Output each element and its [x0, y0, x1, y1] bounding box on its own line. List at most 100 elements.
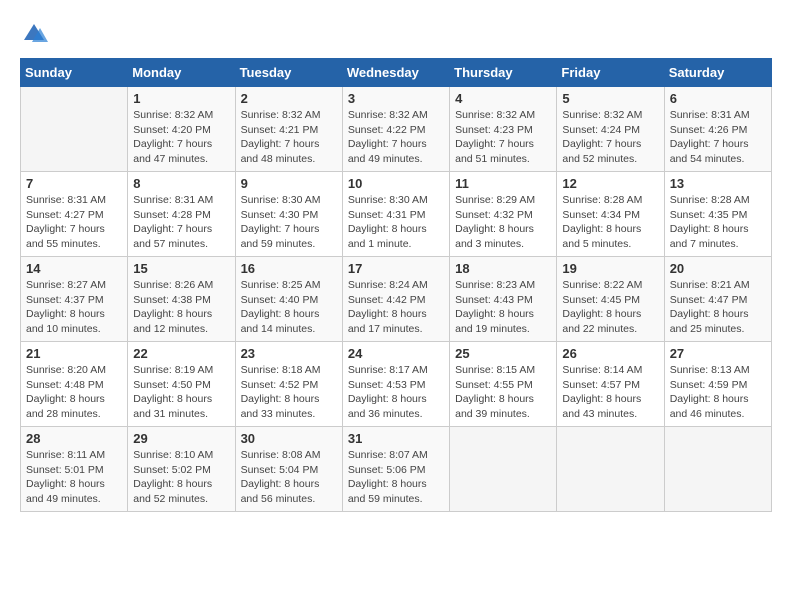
day-number: 26	[562, 346, 658, 361]
calendar-cell: 13 Sunrise: 8:28 AMSunset: 4:35 PMDayligh…	[664, 172, 771, 257]
day-number: 19	[562, 261, 658, 276]
day-info: Sunrise: 8:31 AMSunset: 4:28 PMDaylight:…	[133, 193, 229, 252]
calendar-cell: 2 Sunrise: 8:32 AMSunset: 4:21 PMDaylight…	[235, 87, 342, 172]
calendar-cell: 4 Sunrise: 8:32 AMSunset: 4:23 PMDaylight…	[450, 87, 557, 172]
day-info: Sunrise: 8:30 AMSunset: 4:31 PMDaylight:…	[348, 193, 444, 252]
header-day-monday: Monday	[128, 59, 235, 87]
day-info: Sunrise: 8:15 AMSunset: 4:55 PMDaylight:…	[455, 363, 551, 422]
calendar-cell: 30 Sunrise: 8:08 AMSunset: 5:04 PMDayligh…	[235, 427, 342, 512]
day-number: 14	[26, 261, 122, 276]
day-number: 25	[455, 346, 551, 361]
day-number: 20	[670, 261, 766, 276]
day-info: Sunrise: 8:22 AMSunset: 4:45 PMDaylight:…	[562, 278, 658, 337]
day-number: 30	[241, 431, 337, 446]
day-number: 18	[455, 261, 551, 276]
day-info: Sunrise: 8:24 AMSunset: 4:42 PMDaylight:…	[348, 278, 444, 337]
header-day-friday: Friday	[557, 59, 664, 87]
calendar-cell: 19 Sunrise: 8:22 AMSunset: 4:45 PMDayligh…	[557, 257, 664, 342]
day-number: 15	[133, 261, 229, 276]
day-number: 1	[133, 91, 229, 106]
day-info: Sunrise: 8:32 AMSunset: 4:21 PMDaylight:…	[241, 108, 337, 167]
day-number: 2	[241, 91, 337, 106]
logo-icon	[20, 20, 48, 48]
day-info: Sunrise: 8:17 AMSunset: 4:53 PMDaylight:…	[348, 363, 444, 422]
calendar-week-1: 1 Sunrise: 8:32 AMSunset: 4:20 PMDaylight…	[21, 87, 772, 172]
calendar-week-3: 14 Sunrise: 8:27 AMSunset: 4:37 PMDayligh…	[21, 257, 772, 342]
day-number: 23	[241, 346, 337, 361]
header-day-saturday: Saturday	[664, 59, 771, 87]
day-number: 5	[562, 91, 658, 106]
day-number: 11	[455, 176, 551, 191]
calendar-cell: 31 Sunrise: 8:07 AMSunset: 5:06 PMDayligh…	[342, 427, 449, 512]
day-number: 21	[26, 346, 122, 361]
day-info: Sunrise: 8:21 AMSunset: 4:47 PMDaylight:…	[670, 278, 766, 337]
calendar-cell: 5 Sunrise: 8:32 AMSunset: 4:24 PMDaylight…	[557, 87, 664, 172]
day-info: Sunrise: 8:28 AMSunset: 4:35 PMDaylight:…	[670, 193, 766, 252]
day-number: 4	[455, 91, 551, 106]
day-number: 16	[241, 261, 337, 276]
calendar-cell	[21, 87, 128, 172]
day-number: 12	[562, 176, 658, 191]
calendar-cell: 10 Sunrise: 8:30 AMSunset: 4:31 PMDayligh…	[342, 172, 449, 257]
calendar-cell: 16 Sunrise: 8:25 AMSunset: 4:40 PMDayligh…	[235, 257, 342, 342]
header-day-sunday: Sunday	[21, 59, 128, 87]
calendar-week-4: 21 Sunrise: 8:20 AMSunset: 4:48 PMDayligh…	[21, 342, 772, 427]
day-info: Sunrise: 8:25 AMSunset: 4:40 PMDaylight:…	[241, 278, 337, 337]
day-info: Sunrise: 8:20 AMSunset: 4:48 PMDaylight:…	[26, 363, 122, 422]
day-info: Sunrise: 8:29 AMSunset: 4:32 PMDaylight:…	[455, 193, 551, 252]
calendar-cell: 20 Sunrise: 8:21 AMSunset: 4:47 PMDayligh…	[664, 257, 771, 342]
calendar-week-5: 28Sunrise: 8:11 AMSunset: 5:01 PMDayligh…	[21, 427, 772, 512]
calendar-cell: 12 Sunrise: 8:28 AMSunset: 4:34 PMDayligh…	[557, 172, 664, 257]
day-info: Sunrise: 8:32 AMSunset: 4:23 PMDaylight:…	[455, 108, 551, 167]
logo	[20, 20, 52, 48]
day-info: Sunrise: 8:32 AMSunset: 4:24 PMDaylight:…	[562, 108, 658, 167]
calendar-cell: 24 Sunrise: 8:17 AMSunset: 4:53 PMDayligh…	[342, 342, 449, 427]
day-info: Sunrise: 8:08 AMSunset: 5:04 PMDaylight:…	[241, 448, 337, 507]
day-info: Sunrise: 8:32 AMSunset: 4:22 PMDaylight:…	[348, 108, 444, 167]
day-info: Sunrise: 8:10 AMSunset: 5:02 PMDaylight:…	[133, 448, 229, 507]
calendar-cell: 17 Sunrise: 8:24 AMSunset: 4:42 PMDayligh…	[342, 257, 449, 342]
calendar-header: SundayMondayTuesdayWednesdayThursdayFrid…	[21, 59, 772, 87]
day-number: 3	[348, 91, 444, 106]
calendar-cell	[450, 427, 557, 512]
day-number: 8	[133, 176, 229, 191]
calendar-cell: 21 Sunrise: 8:20 AMSunset: 4:48 PMDayligh…	[21, 342, 128, 427]
day-number: 13	[670, 176, 766, 191]
calendar-cell: 3 Sunrise: 8:32 AMSunset: 4:22 PMDaylight…	[342, 87, 449, 172]
day-info: Sunrise: 8:18 AMSunset: 4:52 PMDaylight:…	[241, 363, 337, 422]
day-number: 10	[348, 176, 444, 191]
calendar-cell: 26 Sunrise: 8:14 AMSunset: 4:57 PMDayligh…	[557, 342, 664, 427]
day-number: 27	[670, 346, 766, 361]
day-number: 24	[348, 346, 444, 361]
calendar-cell: 8 Sunrise: 8:31 AMSunset: 4:28 PMDaylight…	[128, 172, 235, 257]
calendar-cell: 15Sunrise: 8:26 AMSunset: 4:38 PMDayligh…	[128, 257, 235, 342]
calendar-week-2: 7 Sunrise: 8:31 AMSunset: 4:27 PMDaylight…	[21, 172, 772, 257]
calendar-cell: 22Sunrise: 8:19 AMSunset: 4:50 PMDayligh…	[128, 342, 235, 427]
day-info: Sunrise: 8:13 AMSunset: 4:59 PMDaylight:…	[670, 363, 766, 422]
day-number: 7	[26, 176, 122, 191]
day-info: Sunrise: 8:31 AMSunset: 4:27 PMDaylight:…	[26, 193, 122, 252]
day-info: Sunrise: 8:28 AMSunset: 4:34 PMDaylight:…	[562, 193, 658, 252]
day-info: Sunrise: 8:23 AMSunset: 4:43 PMDaylight:…	[455, 278, 551, 337]
day-number: 6	[670, 91, 766, 106]
day-info: Sunrise: 8:32 AMSunset: 4:20 PMDaylight:…	[133, 108, 229, 167]
calendar-cell: 23 Sunrise: 8:18 AMSunset: 4:52 PMDayligh…	[235, 342, 342, 427]
day-number: 9	[241, 176, 337, 191]
day-info: Sunrise: 8:19 AMSunset: 4:50 PMDaylight:…	[133, 363, 229, 422]
day-info: Sunrise: 8:27 AMSunset: 4:37 PMDaylight:…	[26, 278, 122, 337]
day-info: Sunrise: 8:31 AMSunset: 4:26 PMDaylight:…	[670, 108, 766, 167]
calendar-cell: 27 Sunrise: 8:13 AMSunset: 4:59 PMDayligh…	[664, 342, 771, 427]
day-info: Sunrise: 8:14 AMSunset: 4:57 PMDaylight:…	[562, 363, 658, 422]
day-info: Sunrise: 8:07 AMSunset: 5:06 PMDaylight:…	[348, 448, 444, 507]
header-day-tuesday: Tuesday	[235, 59, 342, 87]
calendar-table: SundayMondayTuesdayWednesdayThursdayFrid…	[20, 58, 772, 512]
day-info: Sunrise: 8:30 AMSunset: 4:30 PMDaylight:…	[241, 193, 337, 252]
day-number: 31	[348, 431, 444, 446]
calendar-cell: 18 Sunrise: 8:23 AMSunset: 4:43 PMDayligh…	[450, 257, 557, 342]
header-day-wednesday: Wednesday	[342, 59, 449, 87]
calendar-body: 1 Sunrise: 8:32 AMSunset: 4:20 PMDaylight…	[21, 87, 772, 512]
day-number: 17	[348, 261, 444, 276]
calendar-cell: 29Sunrise: 8:10 AMSunset: 5:02 PMDayligh…	[128, 427, 235, 512]
calendar-cell: 14 Sunrise: 8:27 AMSunset: 4:37 PMDayligh…	[21, 257, 128, 342]
calendar-cell: 6 Sunrise: 8:31 AMSunset: 4:26 PMDaylight…	[664, 87, 771, 172]
